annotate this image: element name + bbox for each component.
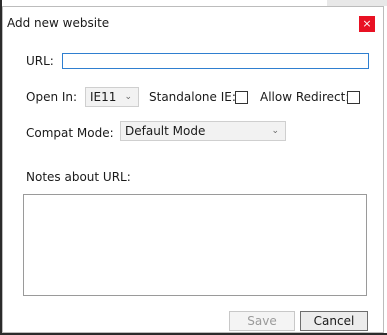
- compat-mode-select[interactable]: Default Mode ⌄: [120, 121, 286, 141]
- notes-label: Notes about URL:: [26, 170, 131, 184]
- cancel-button[interactable]: Cancel: [300, 311, 368, 331]
- notes-textarea[interactable]: [23, 194, 367, 296]
- url-input[interactable]: [62, 53, 369, 69]
- open-in-label: Open In:: [26, 90, 78, 104]
- save-button[interactable]: Save: [229, 311, 295, 331]
- standalone-ie-label: Standalone IE:: [149, 90, 236, 104]
- dialog-title: Add new website: [7, 16, 110, 30]
- allow-redirect-checkbox[interactable]: [347, 91, 360, 104]
- chevron-down-icon: ⌄: [271, 126, 279, 136]
- add-website-dialog: Add new website × URL: Open In: IE11 ⌄ S…: [2, 6, 384, 333]
- open-in-select[interactable]: IE11 ⌄: [85, 87, 139, 107]
- close-button[interactable]: ×: [359, 16, 375, 32]
- chevron-down-icon: ⌄: [124, 92, 132, 102]
- url-label: URL:: [26, 54, 54, 68]
- close-icon: ×: [362, 17, 372, 30]
- allow-redirect-label: Allow Redirect:: [260, 90, 350, 104]
- open-in-selected-value: IE11: [90, 90, 117, 104]
- standalone-ie-checkbox[interactable]: [235, 91, 248, 104]
- compat-mode-selected-value: Default Mode: [125, 124, 206, 138]
- compat-mode-label: Compat Mode:: [26, 126, 114, 140]
